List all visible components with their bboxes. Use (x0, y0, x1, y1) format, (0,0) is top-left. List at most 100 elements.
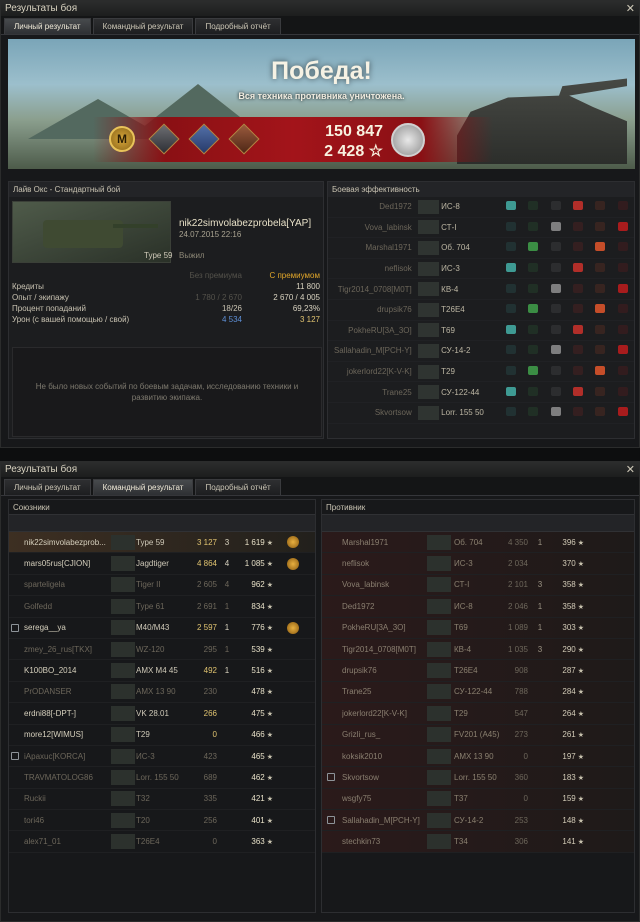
ally-row[interactable]: Golfedd Type 61 2 691 1 834 ★ (9, 596, 315, 618)
efficiency-row[interactable]: PokheRU[3A_3O] T69 (328, 321, 634, 342)
effect-icon (617, 407, 628, 417)
efficiency-row[interactable]: jokerlord22[K-V-K] T29 (328, 362, 634, 383)
efficiency-row[interactable]: Ded1972 ИС-8 (328, 197, 634, 218)
efficiency-row[interactable]: Skvortsow Lorr. 155 50 (328, 403, 634, 424)
effect-icon (505, 283, 516, 293)
effect-cell (589, 283, 611, 295)
efficiency-row[interactable]: Marshal1971 Об. 704 (328, 238, 634, 259)
tank-name: Type 59 (136, 537, 165, 547)
enemy-row[interactable]: Grizli_rus_ FV201 (A45) 273 261 ★ (322, 724, 634, 746)
effect-icon (550, 283, 561, 293)
enemies-column-header[interactable] (322, 514, 634, 532)
enemy-player-name: Vova_labinsk (364, 222, 412, 232)
effect-icon (617, 386, 628, 396)
effect-cell (500, 324, 522, 336)
enemy-row[interactable]: Marshal1971 Об. 704 4 350 1 396 ★ (322, 532, 634, 554)
medal-icon[interactable] (287, 536, 299, 549)
efficiency-row[interactable]: Vova_labinsk СТ-I (328, 218, 634, 239)
ally-row[interactable]: PrODANSER AMX 13 90 230 478 ★ (9, 682, 315, 704)
player-name: Vova_labinsk (342, 580, 390, 590)
ally-row[interactable]: more12[WIMUS] T29 0 466 ★ (9, 725, 315, 746)
close-icon[interactable]: ✕ (626, 2, 635, 15)
ally-row[interactable]: sparteligela Tiger II 2 605 4 962 ★ (9, 575, 315, 597)
medal-icon[interactable] (147, 121, 181, 157)
ally-row[interactable]: K100BO_2014 AMX M4 45 492 1 516 ★ (9, 660, 315, 682)
medal-icon[interactable] (287, 557, 299, 570)
enemy-row[interactable]: Skvortsow Lorr. 155 50 360 183 ★ (322, 767, 634, 789)
tank-icon (111, 727, 135, 743)
xp-value: 287 ★ (562, 666, 584, 676)
efficiency-row[interactable]: drupsik76 T26E4 (328, 300, 634, 321)
effect-cell (567, 283, 589, 295)
tab-personal[interactable]: Личный результат (4, 479, 91, 495)
ally-row[interactable]: iApaxuc[KORCA] ИС-3 423 465 ★ (9, 746, 315, 768)
mastery-badge-icon[interactable]: М (105, 121, 139, 157)
battle-type: Лайв Окс - Стандартный бой (9, 182, 323, 197)
ally-row[interactable]: mars05rus[CJION] Jagdtiger 4 864 4 1 085 ★ (9, 553, 315, 575)
ally-row[interactable]: tori46 T20 256 401 ★ (9, 810, 315, 832)
efficiency-row[interactable]: Tigr2014_0708[M0T] КВ-4 (328, 279, 634, 300)
enemy-row[interactable]: neflisok ИС-3 2 034 370 ★ (322, 553, 634, 575)
effect-icon (550, 407, 561, 417)
tab-team[interactable]: Командный результат (92, 18, 194, 34)
efficiency-row[interactable]: Trane25 СУ-122-44 (328, 382, 634, 403)
ally-row[interactable]: TRAVMATOLOG86 Lorr. 155 50 689 462 ★ (9, 767, 315, 789)
efficiency-row[interactable]: neflisok ИС-3 (328, 259, 634, 280)
tank-icon (111, 577, 135, 593)
tank-icon (111, 834, 135, 850)
enemy-row[interactable]: PokheRU[3A_3O] T69 1 089 1 303 ★ (322, 617, 634, 639)
effect-icon (528, 407, 539, 417)
kills-value: 3 (224, 537, 230, 547)
enemy-row[interactable]: stechkin73 T34 306 141 ★ (322, 831, 634, 853)
efficiency-row[interactable]: Sallahadin_M[PCH-Y] СУ-14-2 (328, 341, 634, 362)
enemy-row[interactable]: Tigr2014_0708[M0T] КВ-4 1 035 3 290 ★ (322, 638, 634, 661)
enemy-row[interactable]: Trane25 СУ-122-44 788 284 ★ (322, 681, 634, 704)
medal-icon[interactable] (227, 121, 261, 157)
effect-cell (612, 386, 634, 398)
tank-name: ИС-3 (136, 751, 155, 761)
medal-icon[interactable] (287, 621, 299, 634)
ally-row[interactable]: serega__ya M40/M43 2 597 1 776 ★ (9, 618, 315, 639)
effect-icon (595, 345, 606, 355)
player-name: PokheRU[3A_3O] (342, 623, 406, 633)
tank-icon (111, 534, 135, 550)
close-icon[interactable]: ✕ (626, 463, 635, 476)
enemy-player-name: Sallahadin_M[PCH-Y] (333, 346, 412, 356)
tank-name: Jagdtiger (136, 559, 169, 569)
damage-value: 0 (212, 730, 217, 740)
enemy-row[interactable]: Ded1972 ИС-8 2 046 1 358 ★ (322, 596, 634, 618)
enemy-row[interactable]: wsgfy75 T37 0 159 ★ (322, 788, 634, 811)
xp-value: 141 ★ (562, 837, 584, 847)
tank-icon (111, 556, 135, 572)
class-emblem-icon[interactable] (391, 123, 425, 157)
tab-team[interactable]: Командный результат (92, 479, 194, 495)
efficiency-list: Ded1972 ИС-8 Vova_labinsk СТ-I Marshal1971 Об… (328, 197, 634, 424)
effect-cell (612, 324, 634, 336)
effect-cell (612, 263, 634, 274)
enemy-row[interactable]: drupsik76 T26E4 908 287 ★ (322, 660, 634, 682)
enemy-tank-name: ИС-3 (441, 264, 460, 274)
enemy-row[interactable]: Vova_labinsk СТ-I 2 101 3 358 ★ (322, 574, 634, 597)
enemy-row[interactable]: Sallahadin_M[PCH-Y] СУ-14-2 253 148 ★ (322, 810, 634, 832)
xp-value: 264 ★ (562, 708, 584, 718)
player-name: drupsik76 (342, 666, 377, 676)
effect-icon (595, 201, 606, 211)
player-name: stechkin73 (342, 837, 381, 847)
medal-icon[interactable] (187, 121, 221, 157)
ally-row[interactable]: Ruckii T32 335 421 ★ (9, 789, 315, 811)
tab-personal[interactable]: Личный результат (4, 18, 91, 34)
ally-row[interactable]: zmey_26_rus[TKX] WZ-120 295 1 539 ★ (9, 639, 315, 661)
allies-column-header[interactable] (9, 514, 315, 532)
star-icon: ★ (264, 646, 273, 654)
ally-row[interactable]: alex71_01 T26E4 0 363 ★ (9, 831, 315, 853)
row-label: Процент попаданий (12, 304, 86, 313)
enemy-row[interactable]: jokerlord22[K-V-K] T29 547 264 ★ (322, 703, 634, 725)
xp-value: 776 ★ (251, 623, 273, 633)
enemy-row[interactable]: koksik2010 AMX 13 90 0 197 ★ (322, 745, 634, 768)
ally-row[interactable]: nik22simvolabezprob... Type 59 3 127 3 1 619… (9, 532, 315, 554)
victory-title: Победа! (271, 57, 372, 85)
tab-detailed[interactable]: Подробный отчёт (195, 479, 281, 495)
row-with: 11 800 (296, 282, 320, 291)
ally-row[interactable]: erdni88[-DPT-] VK 28.01 266 475 ★ (9, 703, 315, 725)
tab-detailed[interactable]: Подробный отчёт (195, 18, 281, 34)
